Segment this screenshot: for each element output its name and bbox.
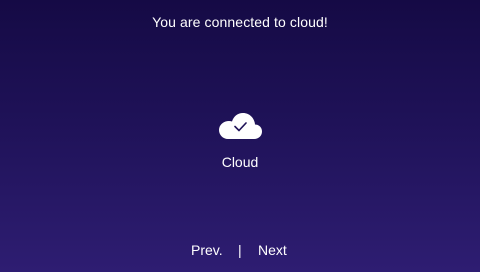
screen: You are connected to cloud! Cloud Prev. … bbox=[0, 0, 480, 272]
cloud-check-icon bbox=[219, 113, 262, 139]
connection-message: You are connected to cloud! bbox=[152, 14, 328, 30]
navigation-bar: Prev. | Next bbox=[0, 242, 480, 260]
cloud-label: Cloud bbox=[221, 154, 259, 170]
next-button[interactable]: Next bbox=[254, 242, 291, 258]
nav-separator: | bbox=[238, 242, 242, 258]
prev-button[interactable]: Prev. bbox=[187, 242, 227, 258]
